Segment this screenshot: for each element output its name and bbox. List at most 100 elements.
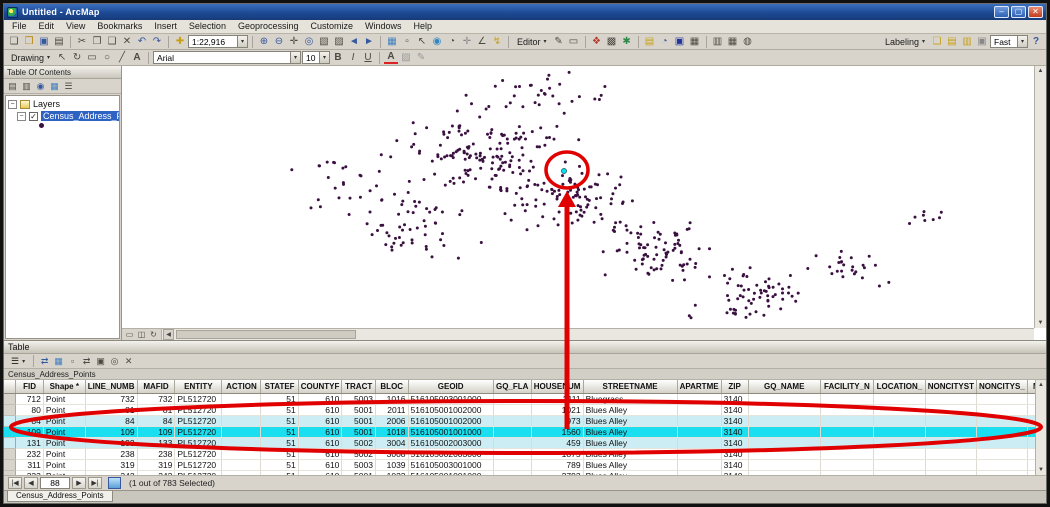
- map-area[interactable]: ▲ ▼ ▭◫↻ ◀: [122, 66, 1046, 340]
- hyperlink-icon[interactable]: ↯: [490, 35, 504, 49]
- column-header-mafid[interactable]: MAFID: [137, 380, 175, 393]
- font-family-combo[interactable]: Arial▾: [153, 51, 301, 64]
- table-row[interactable]: 84Point8484PL512720516105001200651610500…: [4, 415, 1046, 426]
- scroll-down-icon[interactable]: ▼: [1038, 320, 1044, 326]
- rectangle-tool-icon[interactable]: ▭: [85, 51, 99, 65]
- table-row[interactable]: 311Point319319PL512720516105003103951610…: [4, 459, 1046, 470]
- scroll-left-icon[interactable]: ◀: [163, 329, 174, 340]
- list-by-source-icon[interactable]: ▥: [20, 80, 33, 93]
- scroll-thumb[interactable]: [176, 330, 356, 339]
- forward-extent-icon[interactable]: ►: [362, 35, 376, 49]
- select-by-attributes-icon[interactable]: ▦: [52, 355, 65, 368]
- toc-options-icon[interactable]: ☰: [62, 80, 75, 93]
- menu-item-insert[interactable]: Insert: [148, 20, 183, 33]
- label-priority-icon[interactable]: ▤: [945, 35, 959, 49]
- rotate-element-icon[interactable]: ↻: [70, 51, 84, 65]
- select-elements-icon[interactable]: ↖: [55, 51, 69, 65]
- column-header-fid[interactable]: FID: [16, 380, 44, 393]
- eu-flag-icon[interactable]: ▣: [673, 35, 687, 49]
- toc-layers-node[interactable]: − Layers: [7, 98, 118, 110]
- select-elements-icon[interactable]: ↖: [415, 35, 429, 49]
- tab-census-address-points[interactable]: Census_Address_Points: [7, 491, 113, 502]
- table-row[interactable]: 712Point732732PL512720516105003101651610…: [4, 393, 1046, 404]
- italic-button[interactable]: I: [346, 51, 360, 65]
- arctoolbox-icon[interactable]: ❖: [590, 35, 604, 49]
- python-icon[interactable]: ▩: [605, 35, 619, 49]
- list-by-visibility-icon[interactable]: ◉: [34, 80, 47, 93]
- bold-button[interactable]: B: [331, 51, 345, 65]
- identify-icon[interactable]: ◉: [430, 35, 444, 49]
- layers-grid-icon[interactable]: ▦: [688, 35, 702, 49]
- menu-item-bookmarks[interactable]: Bookmarks: [91, 20, 148, 33]
- add-data-icon[interactable]: ✚: [173, 35, 187, 49]
- related-tables-icon[interactable]: ⇄: [38, 355, 51, 368]
- text-tool-icon[interactable]: A: [130, 51, 144, 65]
- column-header-statef[interactable]: STATEF: [261, 380, 298, 393]
- fixed-zoom-out-icon[interactable]: ▨: [332, 35, 346, 49]
- undo-icon[interactable]: ↶: [135, 35, 149, 49]
- map-scale-combo[interactable]: 1:22,916▾: [188, 35, 248, 48]
- chevron-down-icon[interactable]: ▾: [290, 52, 300, 63]
- fill-color-icon[interactable]: ▨: [399, 51, 413, 65]
- lock-labels-icon[interactable]: ▣: [975, 35, 989, 49]
- circle-tool-icon[interactable]: ○: [100, 51, 114, 65]
- snapping-icon[interactable]: ▭: [567, 35, 581, 49]
- cut-icon[interactable]: ✂: [75, 35, 89, 49]
- maximize-button[interactable]: ▢: [1011, 6, 1026, 18]
- selected-point[interactable]: [561, 168, 566, 173]
- column-header-action[interactable]: ACTION: [222, 380, 261, 393]
- row-selector[interactable]: [4, 470, 16, 475]
- column-header-gq-fla[interactable]: GQ_FLA: [493, 380, 531, 393]
- menu-item-file[interactable]: File: [6, 20, 33, 33]
- column-header-facility-n[interactable]: FACILITY_N: [820, 380, 873, 393]
- save-icon[interactable]: ▣: [37, 35, 51, 49]
- chevron-down-icon[interactable]: ▾: [237, 36, 247, 47]
- drawing-menu[interactable]: Drawing▾: [7, 53, 54, 63]
- labeling-menu[interactable]: Labeling▾: [881, 37, 929, 47]
- current-record-input[interactable]: 88: [40, 477, 70, 489]
- copy-icon[interactable]: ❐: [90, 35, 104, 49]
- model-builder-icon[interactable]: ✱: [620, 35, 634, 49]
- collapse-icon[interactable]: −: [8, 100, 17, 109]
- table-of-contents-icon[interactable]: ▥: [711, 35, 725, 49]
- select-all-icon[interactable]: ▣: [94, 355, 107, 368]
- measure-icon[interactable]: ∠: [475, 35, 489, 49]
- column-header-streetname[interactable]: STREETNAME: [583, 380, 677, 393]
- menu-item-edit[interactable]: Edit: [33, 20, 61, 33]
- new-map-icon[interactable]: ❏: [7, 35, 21, 49]
- table-options-menu[interactable]: ☰▾: [7, 356, 29, 367]
- column-header-bloc[interactable]: BLOC: [375, 380, 408, 393]
- column-header-shape[interactable]: Shape *: [43, 380, 85, 393]
- redo-icon[interactable]: ↷: [150, 35, 164, 49]
- column-header-tract[interactable]: TRACT: [342, 380, 376, 393]
- go-to-xy-icon[interactable]: ✛: [460, 35, 474, 49]
- editor-menu[interactable]: Editor▾: [513, 37, 551, 47]
- pan-icon[interactable]: ✛: [287, 35, 301, 49]
- editor-pencil-icon[interactable]: ✎: [552, 35, 566, 49]
- switch-selection-icon[interactable]: ⇄: [80, 355, 93, 368]
- print-icon[interactable]: ▤: [52, 35, 66, 49]
- map-canvas[interactable]: [122, 66, 1046, 328]
- delete-selected-icon[interactable]: ✕: [122, 355, 135, 368]
- row-selector[interactable]: [4, 437, 16, 448]
- row-selector[interactable]: [4, 459, 16, 470]
- previous-record-button[interactable]: ◀: [24, 477, 38, 489]
- close-button[interactable]: ✕: [1028, 6, 1043, 18]
- delete-icon[interactable]: ✕: [120, 35, 134, 49]
- column-header-zip[interactable]: ZIP: [721, 380, 748, 393]
- layer-name[interactable]: Census_Address_Points: [41, 111, 120, 121]
- underline-button[interactable]: U: [361, 51, 375, 65]
- column-header-location[interactable]: LOCATION_: [874, 380, 926, 393]
- search-icon[interactable]: ◔: [658, 35, 672, 49]
- menu-item-windows[interactable]: Windows: [359, 20, 408, 33]
- open-map-icon[interactable]: ❒: [22, 35, 36, 49]
- menu-item-selection[interactable]: Selection: [183, 20, 232, 33]
- layout-view-button[interactable]: ◫: [136, 329, 147, 340]
- select-features-icon[interactable]: ▦: [385, 35, 399, 49]
- scroll-down-icon[interactable]: ▼: [1038, 467, 1044, 473]
- data-view-button[interactable]: ▭: [124, 329, 135, 340]
- back-extent-icon[interactable]: ◄: [347, 35, 361, 49]
- annotation-icon[interactable]: ◍: [741, 35, 755, 49]
- layer-visibility-checkbox[interactable]: ✓: [29, 112, 38, 121]
- column-header-entity[interactable]: ENTITY: [175, 380, 222, 393]
